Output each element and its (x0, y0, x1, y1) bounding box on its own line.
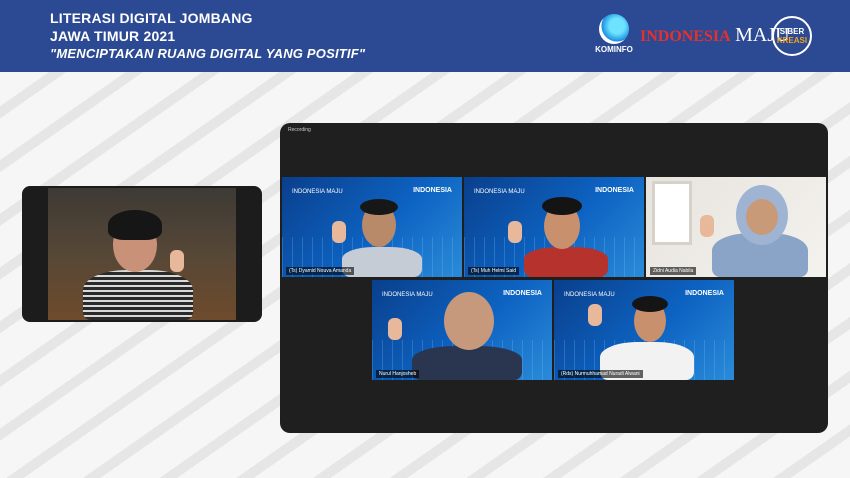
participant-figure (504, 197, 614, 277)
presenter-video-feed (48, 188, 236, 320)
kominfo-logo: KOMINFO (594, 14, 634, 54)
participant-figure (322, 199, 422, 277)
participant-name: Nurul Hanjosheb (376, 370, 420, 378)
presenter-video[interactable] (22, 186, 262, 322)
event-banner: LITERASI DIGITAL JOMBANG JAWA TIMUR 2021… (0, 0, 850, 72)
participant-tile[interactable]: INDONESIA MAJU INDONESIA (Ts) Muh Helmi … (464, 177, 644, 277)
meeting-window: Recording INDONESIA MAJU INDONESIA (Ts) … (280, 123, 828, 433)
banner-title: LITERASI DIGITAL JOMBANG (50, 10, 253, 26)
indonesia-maju-logo: INDONESIA MAJU (640, 24, 790, 46)
participant-name: (Rds) Nurmuhhamad Nuradi Alwani (558, 370, 643, 378)
participant-figure (686, 185, 816, 277)
presenter-figure (78, 208, 208, 320)
participant-name: (Ts) Dyamid Nouva Amanda (286, 267, 355, 275)
banner-subtitle: JAWA TIMUR 2021 (50, 28, 176, 44)
participant-figure (584, 290, 704, 380)
participant-tile[interactable]: INDONESIA MAJU INDONESIA Nurul Hanjosheb (372, 280, 552, 380)
participant-name: Zidni Audia Nabila (650, 267, 697, 275)
participant-tile[interactable]: INDONESIA MAJU INDONESIA (Ts) Dyamid Nou… (282, 177, 462, 277)
kominfo-icon (599, 14, 629, 44)
participant-tile[interactable]: Zidni Audia Nabila (646, 177, 826, 277)
siberkreasi-logo: SIBER KREASI (772, 16, 812, 56)
banner-tagline: "MENCIPTAKAN RUANG DIGITAL YANG POSITIF" (50, 46, 366, 61)
participant-name: (Ts) Muh Helmi Said (468, 267, 520, 275)
participant-tile[interactable]: INDONESIA MAJU INDONESIA (Rds) Nurmuhham… (554, 280, 734, 380)
sponsor-logos: KOMINFO INDONESIA MAJU SIBER KREASI (594, 14, 812, 60)
recording-indicator: Recording (288, 127, 311, 133)
participant-figure (382, 288, 532, 380)
